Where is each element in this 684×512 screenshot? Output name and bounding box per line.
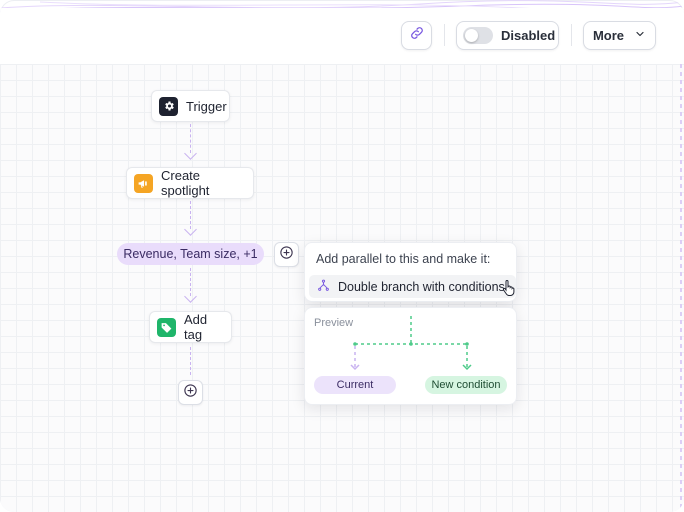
current-branch-tag: Current [314, 376, 396, 394]
popover-title: Add parallel to this and make it: [316, 252, 491, 266]
gear-icon [159, 96, 178, 116]
add-parallel-button[interactable] [274, 242, 299, 267]
new-condition-tag: New condition [425, 376, 507, 394]
option-label: Double branch with conditions [338, 279, 505, 294]
connector-line [190, 347, 191, 375]
toolbar-divider [444, 24, 445, 46]
condition-pill[interactable]: Revenue, Team size, +1 [117, 243, 264, 265]
trigger-node[interactable]: Trigger [151, 90, 230, 122]
more-label: More [592, 28, 625, 43]
add-parallel-popover: Add parallel to this and make it: Double… [304, 242, 517, 302]
branch-icon [317, 279, 330, 295]
toggle-switch[interactable] [463, 27, 493, 44]
toolbar-divider [571, 24, 572, 46]
plus-circle-icon [183, 383, 198, 403]
spotlight-label: Create spotlight [161, 168, 210, 198]
more-button[interactable]: More [583, 21, 656, 50]
branch-preview-panel: Preview Current New condition [304, 307, 517, 405]
plus-circle-icon [279, 245, 294, 265]
double-branch-option[interactable]: Double branch with conditions [309, 275, 516, 298]
copy-link-button[interactable] [401, 21, 432, 50]
enable-toggle-button[interactable]: Disabled [456, 21, 559, 50]
app-window: Disabled More Trigger Create spotlight R… [0, 0, 684, 512]
hand-pointer-icon [502, 279, 516, 301]
canvas-edge [680, 64, 682, 512]
link-icon [409, 25, 425, 46]
tag-icon [157, 317, 176, 337]
add-tag-label: Add tag [184, 312, 208, 342]
add-tag-node[interactable]: Add tag [149, 311, 232, 343]
status-label: Disabled [501, 28, 556, 43]
create-spotlight-node[interactable]: Create spotlight [126, 167, 254, 199]
toolbar [0, 8, 684, 65]
megaphone-icon [134, 173, 153, 193]
trigger-label: Trigger [186, 98, 227, 114]
chevron-down-icon [634, 27, 646, 45]
add-step-button[interactable] [178, 380, 203, 405]
